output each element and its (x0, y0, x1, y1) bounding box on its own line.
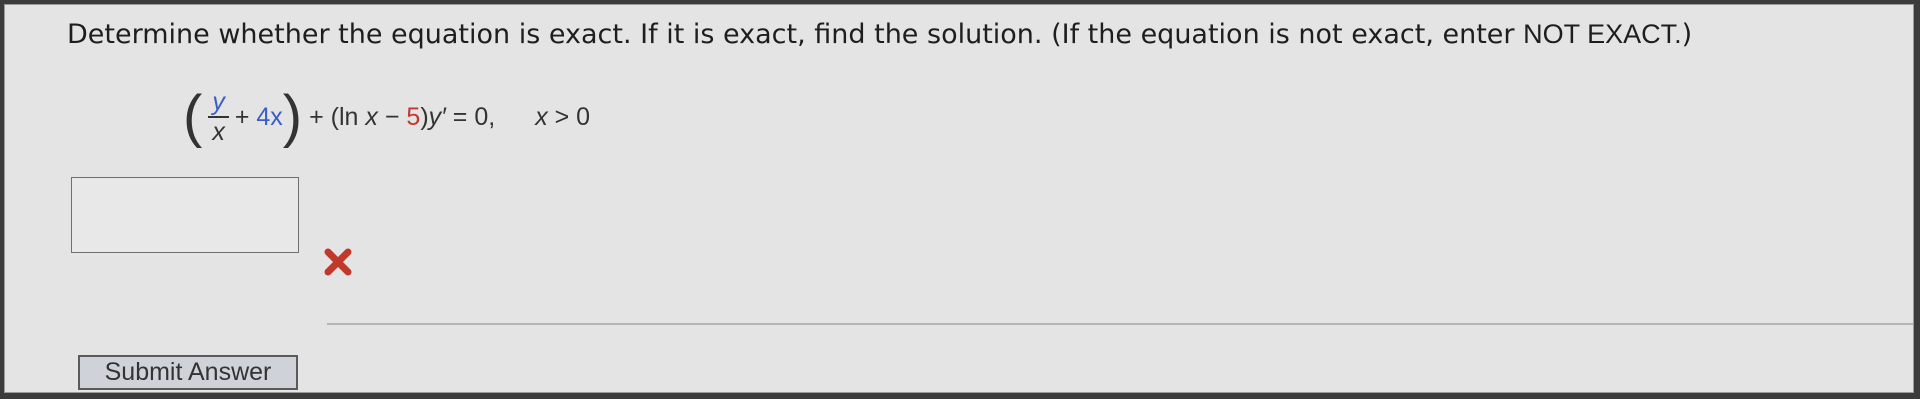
question-suffix: ) (1681, 19, 1693, 50)
plus-sign-2: + (309, 102, 324, 131)
minus-sign: − (384, 102, 400, 131)
equals-zero: = 0, (452, 102, 496, 131)
fraction-denominator: x (212, 117, 225, 146)
question-panel: Determine whether the equation is exact.… (4, 4, 1914, 393)
term-4x: 4x (256, 102, 283, 131)
plus-sign: + (234, 102, 250, 131)
constant-5: 5 (406, 102, 421, 131)
not-exact-keyword: NOT EXACT. (1523, 19, 1682, 49)
close-paren: ) (282, 84, 303, 149)
answer-input[interactable] (71, 177, 299, 253)
question-prompt: Determine whether the equation is exact.… (67, 19, 1524, 50)
condition-rest: > 0 (554, 102, 591, 131)
y-prime: y′ (428, 102, 446, 131)
ln-close: ) (420, 102, 429, 131)
divider (327, 323, 1913, 325)
submit-answer-button[interactable]: Submit Answer (78, 355, 298, 390)
equation: ( y x + 4x ) + (ln x − 5) y′ = 0, x > 0 (183, 77, 590, 157)
fraction: y x (208, 89, 229, 145)
ln-variable: x (365, 102, 378, 131)
fraction-numerator: y (208, 89, 229, 118)
condition-variable: x (535, 102, 548, 131)
question-text: Determine whether the equation is exact.… (67, 19, 1692, 50)
x-mark-icon (324, 248, 352, 276)
open-paren: ( (183, 84, 203, 149)
ln-open: (ln (330, 102, 359, 131)
